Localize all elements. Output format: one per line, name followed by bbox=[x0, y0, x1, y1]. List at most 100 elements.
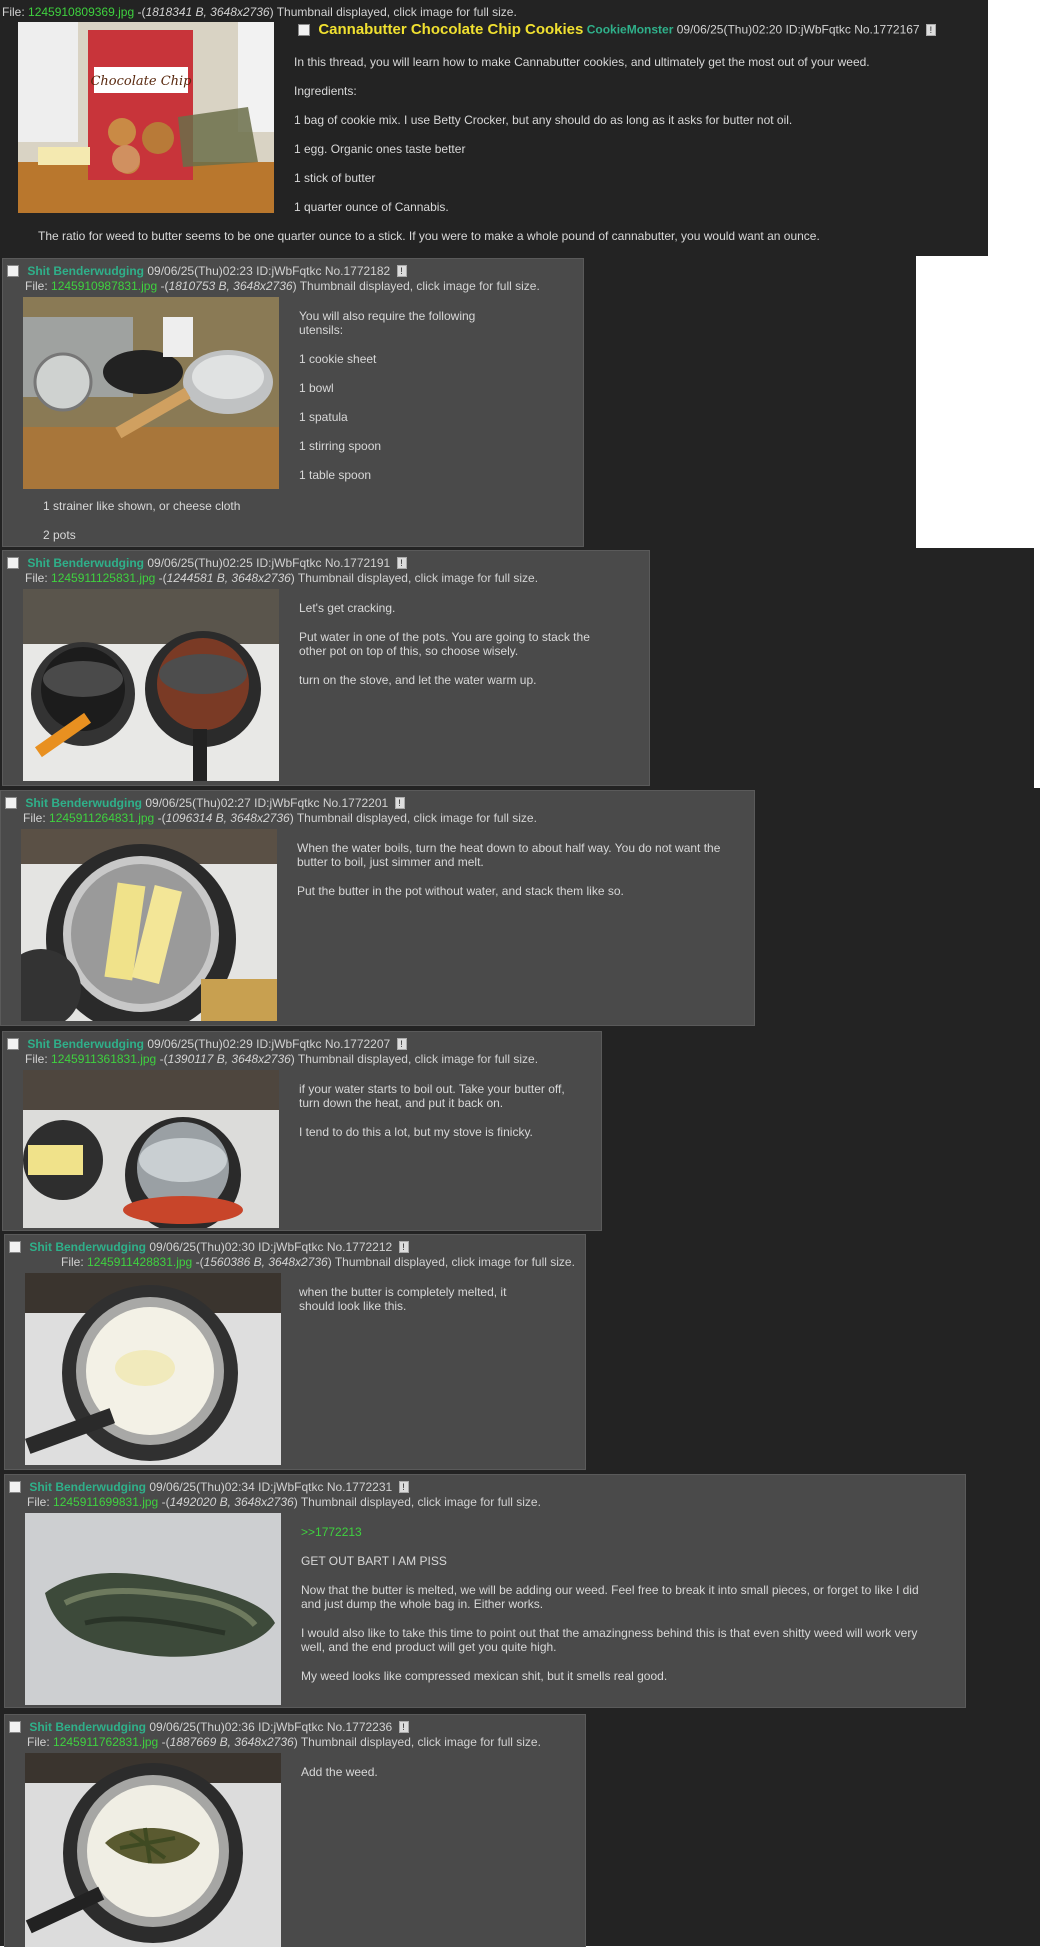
reply-select-checkbox[interactable] bbox=[9, 1720, 21, 1733]
report-icon[interactable]: ! bbox=[394, 796, 405, 809]
reply-poster-name: Shit Benderwudging bbox=[25, 795, 143, 810]
op-select-checkbox[interactable] bbox=[298, 23, 310, 36]
reply-thumbnail[interactable] bbox=[21, 829, 277, 1021]
reply-post-number[interactable]: No.1772212 bbox=[327, 1240, 392, 1254]
reply-body-line: My weed looks like compressed mexican sh… bbox=[301, 1669, 668, 1683]
reply-select-checkbox[interactable] bbox=[9, 1480, 21, 1493]
reply-id: ID:jWbFqtkc bbox=[254, 795, 320, 810]
op-body-line: Ingredients: bbox=[294, 84, 357, 98]
reply-select-checkbox[interactable] bbox=[7, 556, 19, 569]
reply-select-checkbox[interactable] bbox=[7, 1037, 19, 1050]
op-post-number[interactable]: No.1772167 bbox=[854, 23, 919, 37]
reply-post: Shit Benderwudging 09/06/25(Thu)02:29 ID… bbox=[2, 1031, 602, 1231]
reply-body-line: 1 cookie sheet bbox=[299, 352, 377, 366]
reply-file-size: 1810753 B, 3648x2736 bbox=[168, 279, 293, 293]
reply-thumbnail-image bbox=[21, 829, 277, 1021]
reply-thumbnail[interactable] bbox=[23, 1070, 279, 1228]
reply-body-line: 1 strainer like shown, or cheese cloth bbox=[43, 499, 241, 513]
reply-body: You will also require the following uten… bbox=[299, 309, 499, 497]
reply-file-info: File: 1245911264831.jpg -(1096314 B, 364… bbox=[23, 811, 537, 825]
reply-thumbnail-image bbox=[23, 1070, 279, 1228]
reply-file-info: File: 1245911699831.jpg -(1492020 B, 364… bbox=[27, 1495, 541, 1509]
reply-file-size: 1492020 B, 3648x2736 bbox=[169, 1495, 294, 1509]
reply-file-link[interactable]: 1245910987831.jpg bbox=[51, 279, 157, 293]
reply-post-number[interactable]: No.1772236 bbox=[327, 1720, 392, 1734]
reply-thumbnail[interactable] bbox=[23, 589, 279, 781]
op-date: 09/06/25(Thu)02:20 bbox=[676, 22, 783, 37]
reply-file-size: 1096314 B, 3648x2736 bbox=[165, 811, 290, 825]
report-icon[interactable]: ! bbox=[396, 264, 407, 277]
reply-file-note: Thumbnail displayed, click image for ful… bbox=[299, 279, 540, 293]
reply-select-checkbox[interactable] bbox=[9, 1240, 21, 1253]
reply-body: When the water boils, turn the heat down… bbox=[297, 841, 722, 913]
op-file-info: File: 1245910809369.jpg -(1818341 B, 364… bbox=[2, 5, 517, 19]
reply-file-size: 1560386 B, 3648x2736 bbox=[203, 1255, 328, 1269]
reply-thumbnail-image bbox=[23, 297, 279, 489]
reply-body-line: 2 pots bbox=[43, 528, 76, 542]
op-file-label: File: bbox=[2, 5, 25, 19]
op-body-line: 1 bag of cookie mix. I use Betty Crocker… bbox=[294, 113, 793, 127]
reply-poster-name: Shit Benderwudging bbox=[27, 263, 145, 278]
reply-post: Shit Benderwudging 09/06/25(Thu)02:30 ID… bbox=[4, 1234, 586, 1470]
reply-file-link[interactable]: 1245911361831.jpg bbox=[51, 1052, 156, 1066]
reply-thumbnail[interactable] bbox=[23, 297, 279, 489]
reply-body-line: Let's get cracking. bbox=[299, 601, 396, 615]
reply-thumbnail[interactable] bbox=[25, 1273, 281, 1465]
reply-body-line: Put water in one of the pots. You are go… bbox=[299, 630, 590, 658]
reply-post-number[interactable]: No.1772207 bbox=[325, 1037, 390, 1051]
reply-body-line: 1 spatula bbox=[299, 410, 348, 424]
op-subject: Cannabutter Chocolate Chip Cookies bbox=[318, 21, 584, 38]
reply-file-link[interactable]: 1245911428831.jpg bbox=[87, 1255, 192, 1269]
report-icon[interactable]: ! bbox=[925, 23, 936, 36]
reply-thumbnail[interactable] bbox=[25, 1513, 281, 1705]
reply-poster-name: Shit Benderwudging bbox=[29, 1239, 147, 1254]
reply-date: 09/06/25(Thu)02:36 bbox=[149, 1719, 255, 1734]
reply-post-number[interactable]: No.1772201 bbox=[323, 796, 388, 810]
op-file-size: 1818341 B, 3648x2736 bbox=[145, 5, 270, 19]
reply-body-line: I would also like to take this time to p… bbox=[301, 1626, 918, 1654]
reply-poster-name: Shit Benderwudging bbox=[27, 1036, 145, 1051]
quote-link[interactable]: >>1772213 bbox=[301, 1525, 362, 1539]
reply-file-link[interactable]: 1245911264831.jpg bbox=[49, 811, 154, 825]
op-ratio-text: The ratio for weed to butter seems to be… bbox=[38, 229, 820, 243]
report-icon[interactable]: ! bbox=[398, 1720, 409, 1733]
report-icon[interactable]: ! bbox=[398, 1240, 409, 1253]
reply-body-line: When the water boils, turn the heat down… bbox=[297, 841, 721, 869]
reply-thumbnail-image bbox=[25, 1513, 281, 1705]
report-icon[interactable]: ! bbox=[396, 556, 407, 569]
reply-body-line: Add the weed. bbox=[301, 1765, 378, 1779]
reply-file-label: File: bbox=[61, 1255, 84, 1269]
reply-post: Shit Benderwudging 09/06/25(Thu)02:23 ID… bbox=[2, 258, 584, 547]
reply-body-line: You will also require the following uten… bbox=[299, 309, 476, 337]
reply-header: Shit Benderwudging 09/06/25(Thu)02:30 ID… bbox=[9, 1239, 409, 1254]
reply-body: Let's get cracking. Put water in one of … bbox=[299, 601, 609, 702]
reply-file-link[interactable]: 1245911762831.jpg bbox=[53, 1735, 158, 1749]
reply-quote-link[interactable]: >>1772213 bbox=[301, 1525, 941, 1539]
op-file-link[interactable]: 1245910809369.jpg bbox=[28, 5, 134, 19]
op-thumbnail[interactable]: Chocolate Chip bbox=[18, 22, 274, 213]
reply-header: Shit Benderwudging 09/06/25(Thu)02:23 ID… bbox=[7, 263, 407, 278]
reply-file-link[interactable]: 1245911125831.jpg bbox=[51, 571, 155, 585]
reply-file-label: File: bbox=[25, 571, 48, 585]
reply-file-label: File: bbox=[27, 1735, 50, 1749]
reply-thumbnail-image bbox=[23, 589, 279, 781]
reply-file-note: Thumbnail displayed, click image for ful… bbox=[334, 1255, 575, 1269]
reply-body: if your water starts to boil out. Take y… bbox=[299, 1082, 569, 1154]
reply-id: ID:jWbFqtkc bbox=[258, 1719, 324, 1734]
report-icon[interactable]: ! bbox=[396, 1037, 407, 1050]
reply-file-link[interactable]: 1245911699831.jpg bbox=[53, 1495, 158, 1509]
reply-post-number[interactable]: No.1772191 bbox=[325, 556, 390, 570]
reply-thumbnail[interactable] bbox=[25, 1753, 281, 1947]
reply-body-line: GET OUT BART I AM PISS bbox=[301, 1554, 447, 1568]
reply-select-checkbox[interactable] bbox=[7, 264, 19, 277]
reply-select-checkbox[interactable] bbox=[5, 796, 17, 809]
reply-post: Shit Benderwudging 09/06/25(Thu)02:36 ID… bbox=[4, 1714, 586, 1947]
reply-file-note: Thumbnail displayed, click image for ful… bbox=[297, 1052, 539, 1066]
report-icon[interactable]: ! bbox=[398, 1480, 409, 1493]
reply-date: 09/06/25(Thu)02:27 bbox=[145, 795, 251, 810]
reply-post-number[interactable]: No.1772182 bbox=[325, 264, 390, 278]
reply-post-number[interactable]: No.1772231 bbox=[327, 1480, 392, 1494]
op-header: Cannabutter Chocolate Chip Cookies Cooki… bbox=[298, 21, 936, 38]
reply-file-size: 1390117 B, 3648x2736 bbox=[167, 1052, 291, 1066]
op-body-line: In this thread, you will learn how to ma… bbox=[294, 55, 870, 69]
